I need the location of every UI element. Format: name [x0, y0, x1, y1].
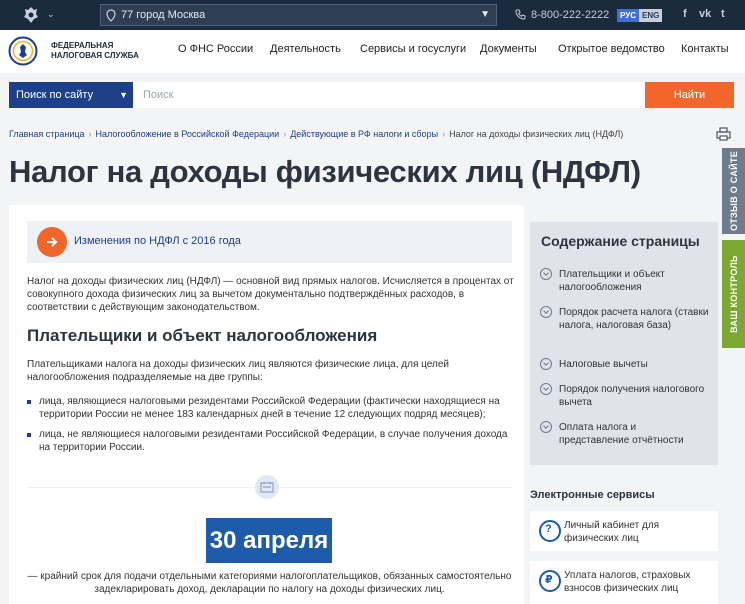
section-title: Плательщики и объект налогообложения [27, 326, 378, 345]
nav-item-open-agency[interactable]: Открытое ведомство [558, 43, 665, 55]
nav-item-about[interactable]: О ФНС России [178, 43, 253, 55]
toc-item-label: Порядок расчета налога (ставки налога, н… [559, 307, 709, 331]
location-pin-icon [106, 9, 116, 22]
site-header: Федеральная налоговая служба О ФНС Росси… [0, 30, 745, 73]
breadcrumb-taxation[interactable]: Налогообложение в Российской Федерации [96, 129, 280, 139]
search-scope-label: Поиск по сайту [16, 89, 94, 101]
chevron-down-circle-icon [540, 421, 552, 433]
logo-text[interactable]: Федеральная налоговая служба [51, 41, 139, 61]
section-text: Плательщиками налога на доходы физически… [27, 359, 449, 383]
twitter-icon[interactable]: t [721, 8, 725, 20]
breadcrumb-current: Налог на доходы физических лиц (НДФЛ) [449, 129, 624, 139]
breadcrumb-home[interactable]: Главная страница [9, 129, 85, 139]
deadline-date-badge: 30 апреля [206, 518, 332, 563]
toc-item-label: Плательщики и объект налогообложения [559, 269, 665, 293]
list-item: лица, являющиеся налоговыми резидентами … [27, 395, 519, 421]
nav-item-services[interactable]: Сервисы и госуслуги [360, 43, 466, 55]
service-tax-payment[interactable]: ₽ Уплата налогов, страховых взносов физи… [530, 561, 718, 604]
nav-item-documents[interactable]: Документы [480, 43, 537, 55]
site-feedback-tab[interactable]: ОТЗЫВ О САЙТЕ [722, 148, 745, 234]
breadcrumb-separator-icon: › [442, 129, 446, 139]
toc-item-label: Порядок получения налогового вычета [559, 384, 705, 408]
print-icon[interactable] [716, 127, 731, 141]
service-label: Уплата налогов, страховых взносов физиче… [564, 570, 691, 594]
region-label: 77 город Москва [121, 9, 206, 21]
nav-item-activity[interactable]: Деятельность [270, 43, 341, 55]
top-bar: ⌄ 77 город Москва ▼ 8-800-222-2222 РУС E… [0, 0, 745, 30]
tax-payment-icon: ₽ [539, 570, 561, 592]
breadcrumb-separator-icon: › [88, 129, 92, 139]
chevron-down-icon[interactable]: ⌄ [47, 9, 55, 20]
chevron-down-icon: ▼ [480, 9, 490, 20]
search-input[interactable] [133, 82, 645, 108]
chevron-down-icon: ▼ [119, 90, 128, 100]
your-control-label: ВАШ КОНТРОЛЬ [728, 255, 739, 333]
your-control-tab[interactable]: ВАШ КОНТРОЛЬ [722, 240, 745, 348]
lang-en-button[interactable]: ENG [639, 9, 663, 22]
chevron-down-circle-icon [540, 306, 552, 318]
intro-text: Налог на доходы физических лиц (НДФЛ) — … [27, 276, 514, 313]
service-personal-account[interactable]: ? Личный кабинет для физических лиц [530, 511, 718, 551]
fns-logo-icon[interactable] [8, 36, 38, 66]
arrow-right-icon [37, 227, 67, 257]
toc-item-label: Оплата налога и представление отчётности [559, 422, 684, 446]
hotline-phone[interactable]: 8-800-222-2222 [515, 8, 609, 22]
logo-line-2: налоговая служба [51, 51, 139, 60]
chevron-down-circle-icon [540, 383, 552, 395]
changes-link[interactable]: Изменения по НДФЛ с 2016 года [74, 235, 241, 247]
breadcrumb: Главная страница › Налогообложение в Росси… [9, 129, 623, 139]
search-bar: Поиск по сайту ▼ Найти [0, 73, 745, 117]
breadcrumb-separator-icon: › [283, 129, 287, 139]
payer-groups-list: лица, являющиеся налоговыми резидентами … [27, 395, 519, 461]
search-scope-select[interactable]: Поиск по сайту ▼ [9, 82, 133, 108]
region-selector[interactable]: 77 город Москва ▼ [100, 4, 497, 26]
breadcrumb-taxes[interactable]: Действующие в РФ налоги и сборы [290, 129, 438, 139]
personal-account-icon: ? [539, 520, 561, 542]
toc-title: Содержание страницы [541, 233, 700, 249]
search-button[interactable]: Найти [645, 82, 734, 108]
changes-banner[interactable]: Изменения по НДФЛ с 2016 года [27, 221, 512, 263]
site-feedback-label: ОТЗЫВ О САЙТЕ [728, 150, 739, 232]
table-of-contents: Содержание страницы Плательщики и объект… [530, 222, 718, 465]
phone-number: 8-800-222-2222 [531, 9, 610, 21]
chevron-down-circle-icon [540, 358, 552, 370]
chevron-down-circle-icon [540, 268, 552, 280]
phone-icon [515, 9, 526, 20]
main-content: Изменения по НДФЛ с 2016 года Налог на д… [9, 205, 524, 604]
facebook-icon[interactable]: f [683, 8, 687, 20]
logo-line-1: Федеральная [51, 41, 114, 50]
service-label: Личный кабинет для физических лиц [564, 520, 660, 544]
coat-of-arms-icon[interactable] [22, 6, 40, 24]
deadline-text: — крайний срок для подачи отдельными кат… [27, 571, 512, 595]
calendar-icon [255, 475, 279, 499]
page-title: Налог на доходы физических лиц (НДФЛ) [9, 154, 641, 189]
list-item: лица, не являющиеся налоговыми резидента… [27, 428, 519, 454]
lang-ru-button[interactable]: РУС [617, 9, 639, 22]
toc-item-label: Налоговые вычеты [559, 359, 648, 370]
nav-item-contacts[interactable]: Контакты [681, 43, 729, 55]
e-services-title: Электронные сервисы [530, 489, 655, 501]
vk-icon[interactable]: vk [699, 8, 711, 20]
